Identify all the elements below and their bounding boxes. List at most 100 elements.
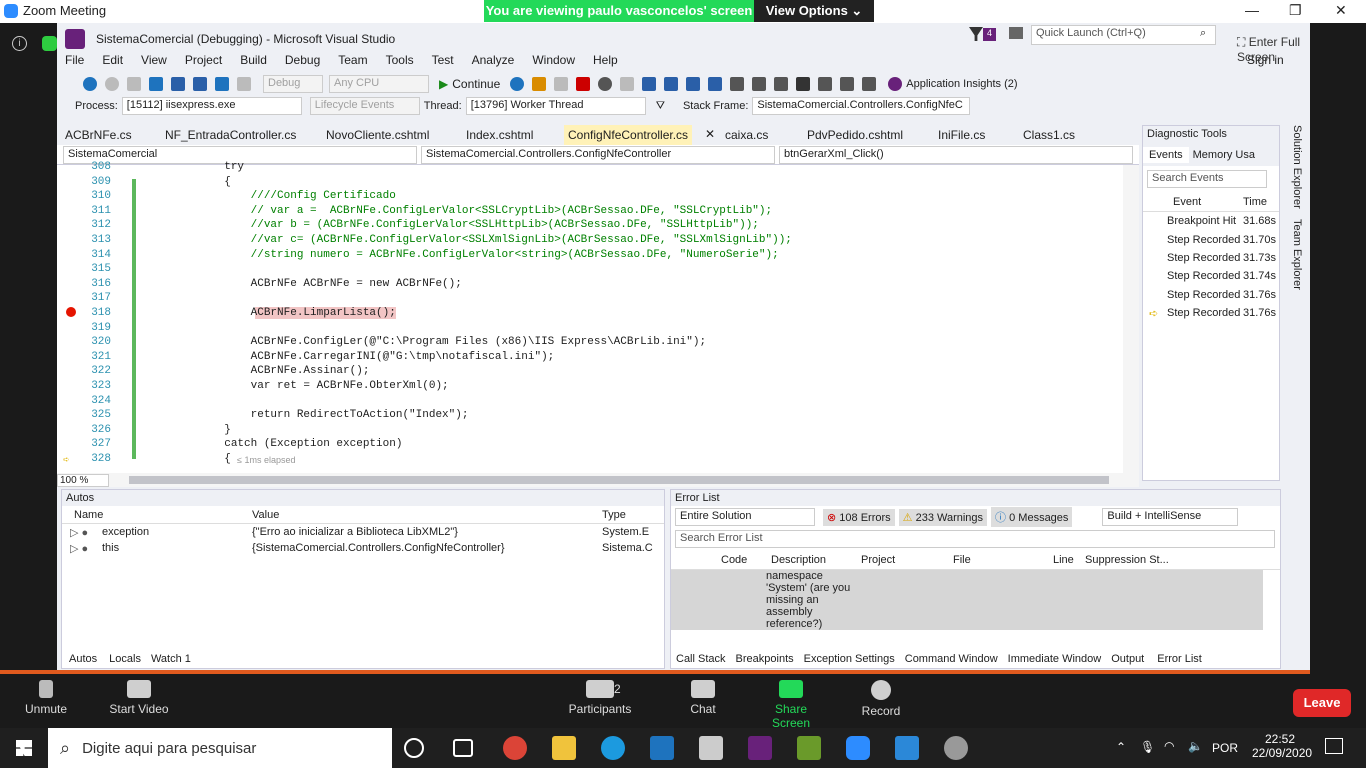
forward-icon[interactable] [105,77,119,91]
open-icon[interactable] [149,77,163,91]
error-description[interactable]: namespace 'System' (are you missing an a… [766,570,856,630]
code-line[interactable]: ////Config Certificado [145,190,396,202]
menu-tools[interactable]: Tools [386,53,414,67]
errors-filter-button[interactable]: ⊗ 108 Errors [823,508,895,526]
event-row[interactable]: Breakpoint Hit 31.68s [1143,212,1279,230]
code-line[interactable]: { [145,453,231,465]
store-icon[interactable] [699,736,723,760]
wifi-icon[interactable]: ◠ [1164,739,1174,753]
menu-view[interactable]: View [141,53,167,67]
minimize-icon[interactable]: — [1245,2,1259,18]
save-all-icon[interactable] [193,77,207,91]
code-line[interactable]: ACBrNFe.LimparLista(); [145,307,396,319]
filter-icon[interactable] [969,27,983,41]
menu-help[interactable]: Help [593,53,618,67]
event-row[interactable]: ➪ Step Recorded 31.76s [1143,304,1279,322]
code-editor[interactable]: ➪ 308 try 309 {310 ////Config Certificado… [57,161,1139,473]
lifecycle-events-select[interactable]: Lifecycle Events [309,97,420,115]
code-line[interactable]: } [145,424,231,436]
play-icon[interactable]: ▶ [439,77,448,91]
stop-icon[interactable] [576,77,591,91]
code-line[interactable]: // var a = ACBrNFe.ConfigLerValor<SSLCry… [145,205,773,217]
comment-icon[interactable] [752,77,767,91]
code-line[interactable]: ACBrNFe ACBrNFe = new ACBrNFe(); [145,278,462,290]
code-line[interactable]: //var c= (ACBrNFe.ConfigLerValor<SSLXmlS… [145,234,792,246]
close-tab-icon[interactable]: ✕ [705,127,715,141]
speaker-icon[interactable]: 🔈 [1188,739,1203,753]
code-line[interactable]: var ret = ACBrNFe.ObterXml(0); [145,380,449,392]
vertical-scrollbar[interactable] [1123,165,1139,473]
expand-icon[interactable]: ▷ ● [62,542,102,555]
tab-nf-entradacontroller-cs[interactable]: NF_EntradaController.cs [161,125,300,145]
start-icon[interactable] [16,740,32,756]
code-line[interactable]: //var b = (ACBrNFe.ConfigLerValor<SSLHtt… [145,219,759,231]
err-col-0[interactable]: Code [717,554,767,566]
error-scope-select[interactable]: Entire Solution [675,508,815,526]
menu-window[interactable]: Window [532,53,575,67]
task-view-icon[interactable] [453,739,473,757]
menu-edit[interactable]: Edit [102,53,123,67]
process-select[interactable]: [15112] iisexpress.exe [121,97,302,115]
pause-icon[interactable] [554,77,569,91]
start-video-button[interactable]: Start Video [104,670,174,716]
col-name[interactable]: Name [62,509,248,521]
col-value[interactable]: Value [248,509,602,521]
step-over-icon[interactable] [664,77,679,91]
event-row[interactable]: Step Recorded 31.76s [1143,286,1279,304]
tab-command-window[interactable]: Command Window [905,653,998,665]
cortana-icon[interactable] [404,738,424,758]
event-row[interactable]: Step Recorded 31.73s [1143,249,1279,267]
continue-button[interactable]: Continue [452,77,500,91]
menu-debug[interactable]: Debug [285,53,320,67]
tab-watch-1[interactable]: Watch 1 [151,653,191,665]
event-row[interactable]: Step Recorded 31.74s [1143,267,1279,285]
err-col-5[interactable]: Suppression St... [1081,554,1201,566]
notepad-icon[interactable] [797,736,821,760]
tab-inifile-cs[interactable]: IniFile.cs [934,125,989,145]
search-error-list-input[interactable]: Search Error List [675,530,1275,548]
paint-icon[interactable] [944,736,968,760]
menu-project[interactable]: Project [185,53,222,67]
view-options-button[interactable]: View Options ⌄ [754,0,874,22]
uncomment-icon[interactable] [774,77,789,91]
zoom-icon[interactable] [846,736,870,760]
tab-caixa-cs[interactable]: caixa.cs [721,125,772,145]
record-button[interactable]: Record [860,670,902,718]
err-col-2[interactable]: Project [857,554,949,566]
stack-frame-select[interactable]: SistemaComercial.Controllers.ConfigNfeC [752,97,971,115]
next-bookmark-icon[interactable] [840,77,855,91]
configuration-select[interactable]: Debug [263,75,323,93]
save-icon[interactable] [171,77,185,91]
tab-exception-settings[interactable]: Exception Settings [804,653,895,665]
col-type[interactable]: Type [602,509,626,521]
event-row[interactable]: Step Recorded 31.70s [1143,230,1279,248]
tab-immediate-window[interactable]: Immediate Window [1008,653,1102,665]
restart-icon[interactable] [510,77,525,91]
menu-analyze[interactable]: Analyze [472,53,515,67]
code-line[interactable]: catch (Exception exception) [145,438,402,450]
side-tab-team-explorer[interactable]: Team Explorer [1289,219,1303,290]
menu-build[interactable]: Build [240,53,267,67]
code-line[interactable]: return RedirectToAction("Index"); [145,409,469,421]
chat-button[interactable]: Chat [683,670,723,716]
chevron-up-icon[interactable]: ⌃ [1116,740,1126,754]
expand-icon[interactable]: ▷ ● [62,526,102,539]
tab-locals[interactable]: Locals [109,653,141,665]
back-icon[interactable] [83,77,97,91]
code-line[interactable]: try [145,161,244,173]
enter-fullscreen-button[interactable]: ⛶ Enter Full Screen [1237,35,1310,64]
app-insights-icon[interactable] [888,77,903,91]
thread-select[interactable]: [13796] Worker Thread [465,97,646,115]
language-indicator[interactable]: POR [1212,741,1238,755]
tab-output[interactable]: Output [1111,653,1144,665]
clock[interactable]: 22:52 22/09/2020 [1252,732,1312,760]
restart-debug-icon[interactable] [598,77,613,91]
side-tab-solution-explorer[interactable]: Solution Explorer [1289,125,1303,209]
zoom-level-select[interactable]: 100 % [57,473,109,487]
class-nav-select[interactable]: SistemaComercial.Controllers.ConfigNfeCo… [421,146,775,164]
share-screen-button[interactable]: Share Screen [755,670,827,730]
maximize-icon[interactable]: ❐ [1289,2,1302,19]
autos-row[interactable]: ▷ ● this {SistemaComercial.Controllers.Con… [62,540,664,556]
edge-icon[interactable] [601,736,625,760]
close-icon[interactable]: ✕ [1335,2,1347,19]
